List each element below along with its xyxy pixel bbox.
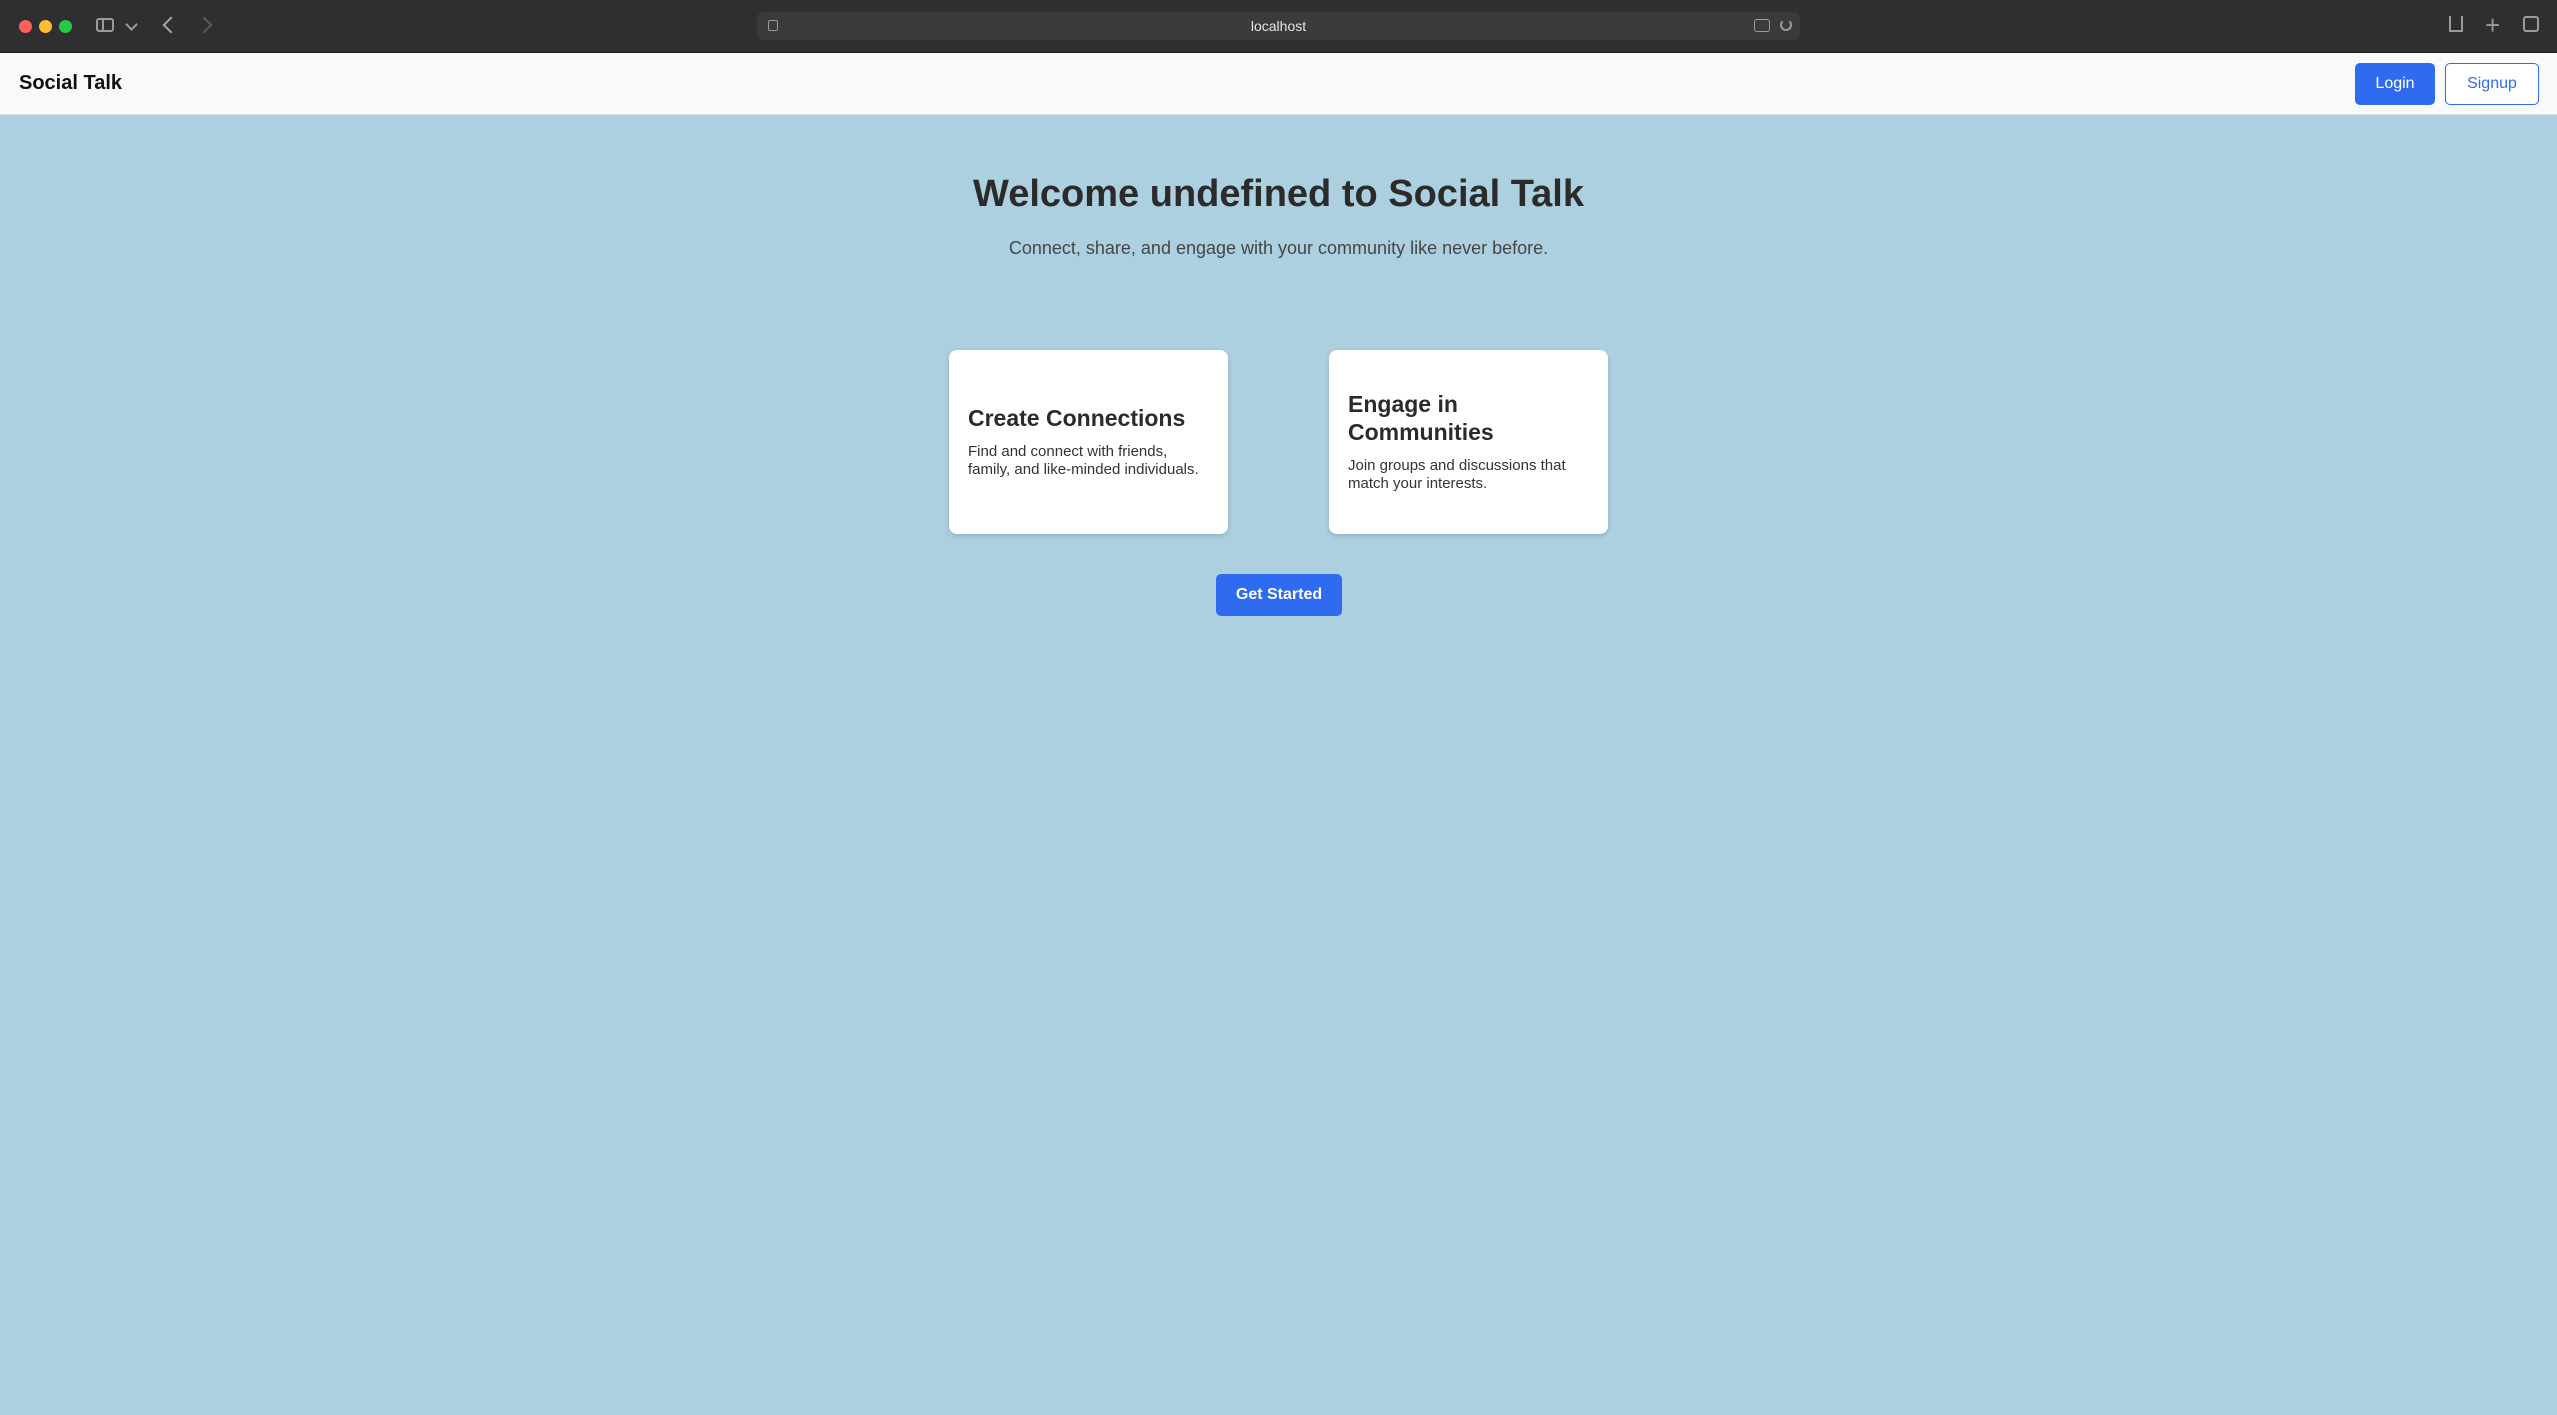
- forward-icon[interactable]: [195, 16, 213, 34]
- feature-card-connections: Create Connections Find and connect with…: [949, 350, 1228, 534]
- get-started-button[interactable]: Get Started: [1216, 574, 1342, 616]
- page-title: Welcome undefined to Social Talk: [973, 173, 1584, 215]
- tab-overview-icon[interactable]: [2523, 16, 2539, 32]
- minimize-window-button[interactable]: [39, 20, 52, 33]
- new-tab-icon[interactable]: +: [2485, 12, 2500, 38]
- brand-logo[interactable]: Social Talk: [19, 72, 122, 95]
- feature-card-description: Find and connect with friends, family, a…: [968, 442, 1199, 478]
- feature-card-communities: Engage in Communities Join groups and di…: [1329, 350, 1608, 534]
- translate-icon[interactable]: [1754, 19, 1770, 32]
- login-button[interactable]: Login: [2355, 63, 2435, 105]
- sidebar-toggle-icon[interactable]: [96, 18, 114, 32]
- feature-card-title: Create Connections: [968, 405, 1186, 432]
- navbar: Social Talk Login Signup: [0, 53, 2557, 115]
- address-bar[interactable]: localhost: [757, 12, 1800, 40]
- chevron-down-icon[interactable]: [125, 18, 138, 31]
- signup-button[interactable]: Signup: [2445, 63, 2539, 105]
- page-subtitle: Connect, share, and engage with your com…: [1008, 238, 1549, 258]
- reload-icon[interactable]: [1780, 19, 1792, 31]
- browser-toolbar: localhost +: [0, 0, 2557, 53]
- feature-card-description: Join groups and discussions that match y…: [1348, 456, 1566, 492]
- share-icon[interactable]: [2449, 16, 2463, 32]
- back-icon[interactable]: [162, 16, 180, 34]
- close-window-button[interactable]: [19, 20, 32, 33]
- maximize-window-button[interactable]: [59, 20, 72, 33]
- url-text[interactable]: localhost: [757, 18, 1800, 34]
- feature-card-title: Engage in Communities: [1348, 391, 1494, 445]
